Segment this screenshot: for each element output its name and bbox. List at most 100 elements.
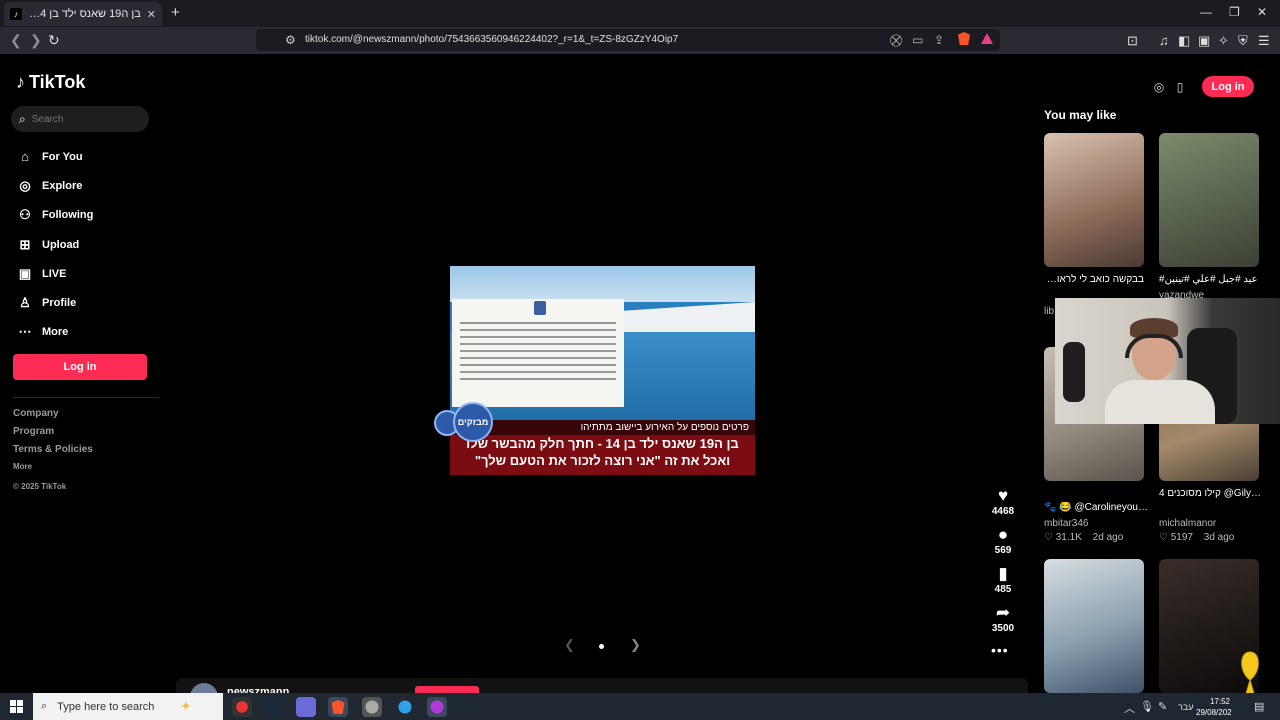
brave-shields-icon[interactable] xyxy=(958,32,970,45)
search-icon: ⌕ xyxy=(19,111,26,126)
forward-button[interactable]: ❯ xyxy=(30,32,42,49)
media-app-icon[interactable] xyxy=(232,697,252,717)
post-photo[interactable]: פרטים נוספים על האירוע ביישוב מתתיהו בן … xyxy=(450,266,755,475)
screenshot-icon[interactable]: ⊡ xyxy=(1127,33,1138,49)
clock-date: 29/08/202 xyxy=(1196,708,1232,717)
view-count: 31.1K xyxy=(1055,532,1082,543)
document-emblem xyxy=(534,301,546,315)
footer-link-terms[interactable]: Terms & Policies xyxy=(13,444,93,462)
taskbar-search[interactable]: ⌕ Type here to search xyxy=(33,693,223,720)
recommended-thumbnail[interactable] xyxy=(1044,133,1144,267)
recommended-caption[interactable]: #عيد #جبل #علي #تينين xyxy=(1159,274,1259,285)
post-age: 2d ago xyxy=(1092,532,1124,543)
site-info-icon[interactable]: ⚙ xyxy=(285,33,296,47)
share-button[interactable]: ➦ 3500 xyxy=(985,603,1021,642)
brave-rewards-icon[interactable] xyxy=(981,33,993,44)
save-button[interactable]: ▮ 485 xyxy=(985,564,1021,603)
post-actions: ♥ 4468 ● 569 ▮ 485 ➦ 3500 xyxy=(985,486,1021,642)
language-indicator[interactable]: עבר xyxy=(1178,702,1193,712)
close-tab-icon[interactable]: ✕ xyxy=(147,8,156,21)
recommended-caption[interactable]: 4 קילו מסוכנים @Gily Itskovitch #תינוק..… xyxy=(1159,488,1263,499)
sidebar-nav: ⌂ For You ◎ Explore ⚇ Following ⊞ Upload… xyxy=(16,142,94,347)
menu-icon[interactable]: ☰ xyxy=(1258,33,1270,49)
file-explorer-icon[interactable] xyxy=(296,697,316,717)
recommended-thumbnail[interactable] xyxy=(1159,133,1259,267)
search-highlight-icon: ✦ xyxy=(180,698,192,714)
sidebar-toggle-icon[interactable]: ◧ xyxy=(1178,33,1190,49)
login-button[interactable]: Log in xyxy=(13,354,147,380)
recommended-caption[interactable]: בבקשה כואב לי לראות אז זה 😢 #fyp... xyxy=(1044,274,1144,285)
footer-link-company[interactable]: Company xyxy=(13,408,93,426)
new-tab-button[interactable]: + xyxy=(171,4,180,21)
tiktok-icon: ♪ xyxy=(10,8,22,20)
sidebar-item-profile[interactable]: ♙ Profile xyxy=(16,288,93,317)
recommended-stats: ♡ 5197 3d ago xyxy=(1159,532,1234,543)
notification-icon[interactable]: ▤ xyxy=(1254,700,1264,713)
recommended-thumbnail[interactable] xyxy=(1044,559,1144,693)
reader-mode-icon[interactable]: ⛒ xyxy=(890,33,902,48)
heart-outline-icon: ♡ xyxy=(1044,532,1056,543)
pen-icon[interactable]: ✎ xyxy=(1158,700,1167,713)
sidebar-item-upload[interactable]: ⊞ Upload xyxy=(16,230,93,259)
webcam-microphone xyxy=(1063,342,1085,402)
music-icon[interactable]: ♫ xyxy=(1159,33,1169,48)
like-button[interactable]: ♥ 4468 xyxy=(985,486,1021,525)
back-button[interactable]: ❮ xyxy=(10,32,22,49)
recommended-user[interactable]: lib xyxy=(1044,306,1054,317)
leo-ai-icon[interactable]: ✧ xyxy=(1218,33,1229,49)
sidebar-item-more[interactable]: ⋯ More xyxy=(16,318,93,347)
tab-title: בן ה19 שאנס ילד בן 14 במלתחות xyxy=(28,8,141,20)
sidebar-item-following[interactable]: ⚇ Following xyxy=(16,201,93,230)
share-icon[interactable]: ⇪ xyxy=(934,33,944,47)
photo-shade-structure xyxy=(620,302,755,332)
tiktok-logo[interactable]: ♪ TikTok xyxy=(16,72,85,93)
post-age: 3d ago xyxy=(1203,532,1235,543)
phone-icon[interactable]: ▯ xyxy=(1171,78,1189,96)
comment-button[interactable]: ● 569 xyxy=(985,525,1021,564)
search-input[interactable] xyxy=(31,113,132,125)
sidebar-item-label: More xyxy=(42,326,69,339)
cast-icon[interactable]: ▭ xyxy=(912,33,923,47)
coin-icon[interactable]: ◎ xyxy=(1150,78,1168,96)
search-box[interactable]: ⌕ xyxy=(11,106,149,132)
photo-headline: בן ה19 שאנס ילד בן 14 - חתך חלק מהבשר של… xyxy=(450,435,755,469)
footer-link-more[interactable]: More xyxy=(13,462,93,478)
carousel-dot[interactable] xyxy=(599,644,604,649)
sidebar-item-for-you[interactable]: ⌂ For You xyxy=(16,142,93,171)
app-icon[interactable] xyxy=(362,697,382,717)
obs-icon[interactable] xyxy=(427,697,447,717)
header-login-button[interactable]: Log in xyxy=(1202,76,1254,97)
sidebar-item-live[interactable]: ▣ LIVE xyxy=(16,259,93,288)
sidebar-item-label: Following xyxy=(42,209,94,222)
wallet-icon[interactable]: ▣ xyxy=(1198,33,1210,49)
recommended-user[interactable]: michalmanor xyxy=(1159,518,1216,529)
carousel-prev-button[interactable]: ❮ xyxy=(564,637,575,653)
reload-button[interactable]: ↻ xyxy=(48,32,60,49)
minimize-button[interactable]: — xyxy=(1200,5,1212,19)
windows-start-icon[interactable] xyxy=(10,700,23,713)
windows-taskbar: ⌕ Type here to search ✦ ︿ 🎙 ✎ עבר 17:52 … xyxy=(0,693,1280,720)
recommended-caption[interactable]: 🐾 😂 @Carolineyousef_... xyxy=(1044,502,1148,513)
vpn-icon[interactable]: ⛨ xyxy=(1238,33,1248,49)
brave-browser-icon[interactable] xyxy=(328,697,348,717)
more-options-icon[interactable]: ••• xyxy=(991,642,1009,658)
copyright: © 2025 TikTok xyxy=(13,482,67,491)
carousel-next-button[interactable]: ❯ xyxy=(630,637,641,653)
system-clock[interactable]: 17:52 29/08/202 xyxy=(1196,696,1232,718)
browser-tab[interactable]: ♪ בן ה19 שאנס ילד בן 14 במלתחות ✕ xyxy=(4,2,162,26)
view-count: 5197 xyxy=(1170,532,1193,543)
headline-line-2: ואכל את זה "אני רוצה לזכור את הטעם שלך" xyxy=(474,453,731,468)
window-close-button[interactable]: ✕ xyxy=(1257,5,1267,19)
photo-caption-strip: פרטים נוספים על האירוע ביישוב מתתיהו xyxy=(450,420,755,435)
edge-icon[interactable] xyxy=(395,697,415,717)
recommended-stats: ♡ 31.1K 2d ago xyxy=(1044,532,1123,543)
taskbar-search-placeholder: Type here to search xyxy=(57,700,155,713)
tray-chevron-icon[interactable]: ︿ xyxy=(1124,700,1135,716)
address-bar[interactable]: ⚙ tiktok.com/@newszmann/photo/7543663560… xyxy=(256,29,1000,51)
microphone-icon[interactable]: 🎙 xyxy=(1140,700,1154,713)
footer-link-program[interactable]: Program xyxy=(13,426,93,444)
recommended-user[interactable]: mbitar346 xyxy=(1044,518,1088,529)
restore-button[interactable]: ❐ xyxy=(1229,5,1240,19)
sidebar-item-explore[interactable]: ◎ Explore xyxy=(16,171,93,200)
steam-icon[interactable] xyxy=(264,697,284,717)
